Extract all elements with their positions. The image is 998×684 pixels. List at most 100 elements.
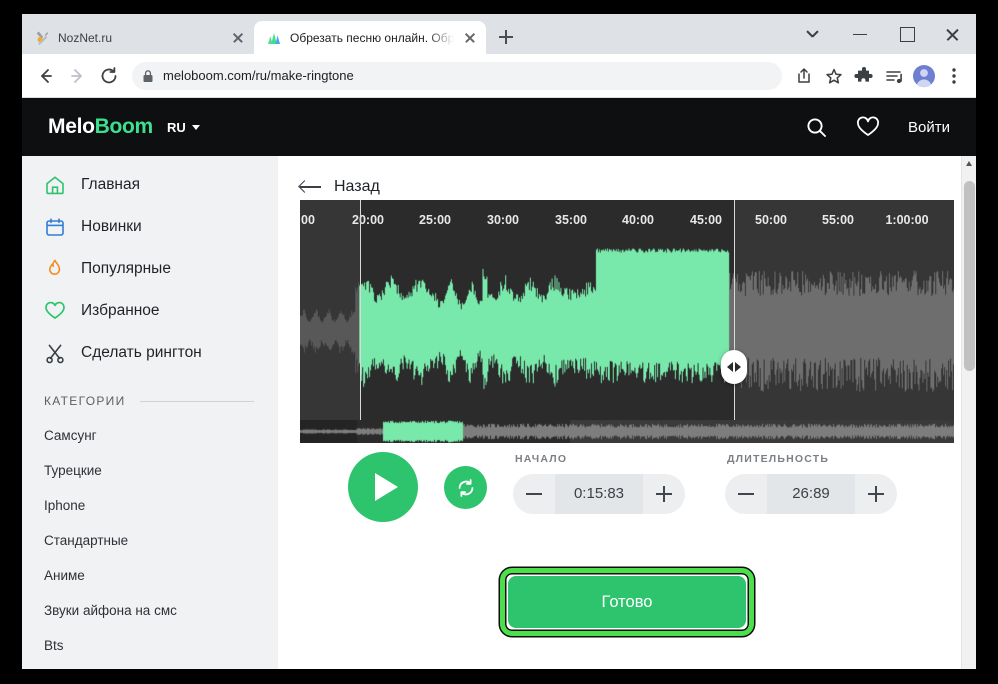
scroll-up-icon[interactable]	[962, 156, 976, 171]
chrome-menu-icon[interactable]	[940, 62, 968, 90]
waveform-area[interactable]: 00 20:00 25:00 30:00 35:00 40:00 45:00 50:00 55:…	[300, 200, 954, 443]
maximize-button[interactable]	[884, 14, 930, 54]
web-page: MeloBoom RU Войти Главная Новинки Популя…	[22, 98, 976, 669]
timeline-tick: 30:00	[487, 213, 519, 227]
sidebar-item-label: Главная	[81, 176, 140, 193]
site-logo[interactable]: MeloBoom	[48, 115, 153, 139]
player-controls: НАЧАЛО 0:15:83 ДЛИТЕЛЬНОСТЬ 26:89	[300, 452, 954, 522]
header-actions: Войти	[805, 116, 950, 139]
horizontal-resize-handle-icon[interactable]	[721, 350, 748, 384]
timeline-tick: 20:00	[352, 213, 384, 227]
meloboom-icon	[266, 30, 282, 46]
main-content: Назад 00 20:00 25:00 30:00 35:00 40:00 45:00 50…	[278, 156, 976, 669]
divider	[139, 400, 254, 402]
tab-search-chevron-icon[interactable]	[792, 14, 838, 54]
back-button[interactable]	[30, 61, 60, 91]
timeline-tick: 40:00	[622, 213, 654, 227]
share-icon[interactable]	[790, 62, 818, 90]
timeline-tick: 00	[301, 213, 315, 227]
extensions-puzzle-icon[interactable]	[850, 62, 878, 90]
back-label: Назад	[334, 178, 380, 195]
category-item[interactable]: Аниме	[22, 558, 278, 593]
timeline-tick: 35:00	[555, 213, 587, 227]
timeline-tick: 55:00	[822, 213, 854, 227]
profile-avatar-icon[interactable]	[910, 62, 938, 90]
start-decrement-button[interactable]	[513, 474, 555, 514]
tab-title: NozNet.ru	[58, 30, 113, 45]
sidebar-item-label: Новинки	[81, 218, 142, 235]
done-button[interactable]: Готово	[508, 576, 746, 628]
page-scrollbar[interactable]	[961, 156, 976, 669]
site-header: MeloBoom RU Войти	[22, 98, 976, 156]
done-button-row: Готово	[278, 568, 976, 636]
tab-title: Обрезать песню онлайн. Обрез	[290, 30, 454, 45]
arrow-left-icon	[300, 180, 321, 194]
language-selector[interactable]: RU	[167, 120, 200, 135]
sidebar-item-new[interactable]: Новинки	[22, 206, 278, 248]
sidebar-item-label: Избранное	[81, 302, 160, 319]
minimize-button[interactable]	[838, 14, 884, 54]
sidebar-item-favorites[interactable]: Избранное	[22, 290, 278, 332]
waveform-canvas[interactable]	[300, 244, 954, 420]
timeline-tick: 45:00	[690, 213, 722, 227]
close-icon[interactable]	[230, 30, 246, 46]
screenshot-root: NozNet.ru Обрезать песню онлайн. Обрез m…	[0, 0, 998, 684]
play-icon	[374, 473, 398, 501]
browser-tab-2[interactable]: Обрезать песню онлайн. Обрез	[254, 21, 486, 54]
address-bar[interactable]: meloboom.com/ru/make-ringtone	[132, 61, 782, 90]
forward-button[interactable]	[62, 61, 92, 91]
sidebar-item-home[interactable]: Главная	[22, 164, 278, 206]
category-item[interactable]: Стандартные	[22, 523, 278, 558]
page-body: Главная Новинки Популярные Избранное Сде…	[22, 156, 976, 669]
categories-heading: КАТЕГОРИИ	[22, 374, 278, 418]
browser-toolbar: meloboom.com/ru/make-ringtone	[22, 54, 976, 98]
sidebar-item-popular[interactable]: Популярные	[22, 248, 278, 290]
category-label: Турецкие	[44, 463, 102, 478]
arrow-right-glyph	[735, 362, 742, 372]
category-item[interactable]: Турецкие	[22, 453, 278, 488]
waveform-overview-strip[interactable]	[300, 420, 954, 443]
category-label: Iphone	[44, 498, 86, 513]
browser-window: NozNet.ru Обрезать песню онлайн. Обрез m…	[22, 14, 976, 669]
duration-label: ДЛИТЕЛЬНОСТЬ	[727, 453, 830, 465]
selection-end-edge[interactable]	[734, 200, 736, 421]
category-item[interactable]: Bts	[22, 628, 278, 663]
search-icon[interactable]	[805, 116, 828, 139]
loop-icon	[458, 478, 473, 497]
category-label: Стандартные	[44, 533, 129, 548]
category-item[interactable]: Самсунг	[22, 418, 278, 453]
login-button[interactable]: Войти	[908, 119, 950, 136]
category-label: Bts	[44, 638, 64, 653]
scrollbar-thumb[interactable]	[964, 181, 975, 371]
close-window-button[interactable]	[930, 14, 976, 54]
category-label: Самсунг	[44, 428, 97, 443]
browser-tab-1[interactable]: NozNet.ru	[22, 21, 254, 54]
fire-icon	[44, 258, 66, 280]
scissors-icon	[44, 342, 66, 364]
bookmark-star-icon[interactable]	[820, 62, 848, 90]
logo-part-2: Boom	[94, 115, 154, 138]
category-item[interactable]: Iphone	[22, 488, 278, 523]
start-value[interactable]: 0:15:83	[555, 474, 643, 514]
back-link[interactable]: Назад	[278, 156, 976, 196]
heart-icon[interactable]	[856, 116, 880, 138]
duration-increment-button[interactable]	[855, 474, 897, 514]
sidebar-item-make-ringtone[interactable]: Сделать рингтон	[22, 332, 278, 374]
sidebar-item-label: Сделать рингтон	[81, 344, 202, 361]
close-icon[interactable]	[462, 30, 478, 46]
selection-start-edge[interactable]	[359, 200, 361, 421]
window-controls	[792, 14, 976, 54]
category-item[interactable]: Звуки айфона на смс	[22, 593, 278, 628]
new-tab-button[interactable]	[492, 23, 520, 51]
reload-button[interactable]	[94, 61, 124, 91]
ringtone-editor: 00 20:00 25:00 30:00 35:00 40:00 45:00 50:00 55:…	[278, 200, 976, 636]
play-button[interactable]	[348, 452, 418, 522]
duration-field: ДЛИТЕЛЬНОСТЬ 26:89	[725, 453, 897, 514]
start-increment-button[interactable]	[643, 474, 685, 514]
duration-decrement-button[interactable]	[725, 474, 767, 514]
categories-title: КАТЕГОРИИ	[44, 394, 126, 408]
duration-value[interactable]: 26:89	[767, 474, 855, 514]
logo-part-1: Melo	[48, 115, 95, 138]
loop-button[interactable]	[444, 466, 487, 509]
media-list-icon[interactable]	[880, 62, 908, 90]
